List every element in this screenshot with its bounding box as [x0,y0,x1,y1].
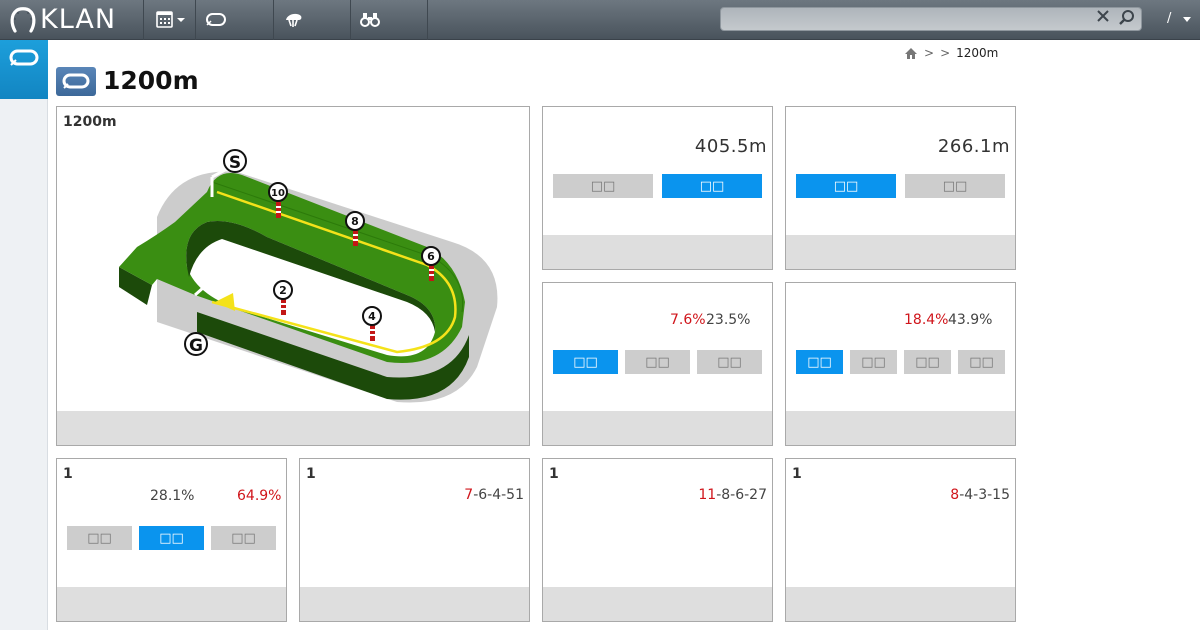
search-icon[interactable] [1118,9,1136,27]
stat-percent: 28.1% [150,488,195,504]
toggle-button[interactable]: □□ [211,526,276,550]
logo-text: KLAN [40,4,117,35]
clear-icon[interactable] [1096,9,1110,23]
record-panel: 1 7-6-4-51 [299,458,530,622]
record-panel: 1 8-4-3-15 [785,458,1016,622]
breadcrumb: > > 1200m [904,46,998,60]
nav-calendar[interactable] [144,0,196,40]
logo[interactable]: KLAN [0,0,144,40]
home-icon[interactable] [904,47,918,60]
nav-jockey[interactable] [274,0,351,40]
toggle-button[interactable]: □□ [905,174,1005,198]
course-icon [206,13,226,26]
stat-percent-highlight: 7.6% [670,312,706,328]
chevron-down-icon[interactable] [1183,17,1191,22]
stat-percent: 23.5% [706,312,751,328]
record-highlight: 11 [698,487,717,503]
marker-10: 10 [271,188,285,199]
panel-footer [543,235,772,269]
marker-2: 2 [279,284,287,297]
stat-percent-highlight: 18.4% [904,312,949,328]
toggle-button[interactable]: □□ [625,350,690,374]
record-panel: 1 11-8-6-27 [542,458,773,622]
course-map-panel: 1200m S G 10 8 6 4 2 [56,106,530,446]
panel-footer [543,411,772,445]
top-bar: KLAN / [0,0,1200,40]
panel-label: 1 [549,466,559,482]
jockey-icon [286,13,302,27]
toggle-button[interactable]: □□ [904,350,951,374]
title-icon [56,67,96,96]
marker-8: 8 [351,215,359,228]
stat-value: 405.5m [694,136,767,157]
record-rest: -4-3-15 [959,487,1010,503]
course-icon [9,49,39,66]
record-highlight: 8 [950,487,960,503]
panel-footer [786,587,1015,621]
panel-footer [57,587,286,621]
breadcrumb-current: 1200m [956,46,999,60]
panel-footer [57,411,529,445]
record-sequence: 11-8-6-27 [698,487,767,503]
toggle-button-active[interactable]: □□ [553,350,618,374]
nav-course[interactable] [196,0,274,40]
marker-start: S [229,153,241,173]
rail-item-course[interactable] [0,40,48,99]
panel-footer [786,411,1015,445]
marker-6: 6 [427,250,435,263]
panel-label: 1 [306,466,316,482]
stat-panel: 7.6% 23.5% □□ □□ □□ [542,282,773,446]
toggle-button-active[interactable]: □□ [139,526,204,550]
toggle-button-active[interactable]: □□ [796,350,843,374]
toggle-button[interactable]: □□ [553,174,653,198]
breadcrumb-separator: > [940,46,951,60]
marker-4: 4 [368,310,376,323]
stat-panel: 18.4% 43.9% □□ □□ □□ □□ [785,282,1016,446]
panel-footer [300,587,529,621]
left-rail [0,40,48,630]
record-panel: 1 28.1% 64.9% □□ □□ □□ [56,458,287,622]
toggle-button-active[interactable]: □□ [796,174,896,198]
panel-label: 1 [63,466,73,482]
calendar-icon [155,11,185,28]
course-icon [62,73,90,89]
toggle-button[interactable]: □□ [850,350,897,374]
breadcrumb-separator: > [924,46,935,60]
stat-percent-highlight: 64.9% [237,488,282,504]
nav-binoculars[interactable] [351,0,428,40]
panel-label: 1 [792,466,802,482]
toggle-button[interactable]: □□ [697,350,762,374]
horseshoe-icon [10,7,36,33]
stat-panel: 266.1m □□ □□ [785,106,1016,270]
marker-goal: G [189,336,203,356]
record-sequence: 7-6-4-51 [464,487,524,503]
toggle-button[interactable]: □□ [958,350,1005,374]
panel-footer [786,235,1015,269]
course-map: S G 10 8 6 4 2 [119,149,498,403]
record-highlight: 7 [464,487,474,503]
record-rest: -6-4-51 [473,487,524,503]
record-rest: -8-6-27 [716,487,767,503]
binoculars-icon [360,13,380,27]
user-menu[interactable]: / [1167,11,1171,26]
toggle-button-active[interactable]: □□ [662,174,762,198]
stat-panel: 405.5m □□ □□ [542,106,773,270]
stat-value: 266.1m [937,136,1010,157]
stat-percent: 43.9% [948,312,993,328]
toggle-button[interactable]: □□ [67,526,132,550]
page-title: 1200m [103,66,199,95]
search-input[interactable] [720,7,1142,31]
record-sequence: 8-4-3-15 [950,487,1010,503]
panel-footer [543,587,772,621]
